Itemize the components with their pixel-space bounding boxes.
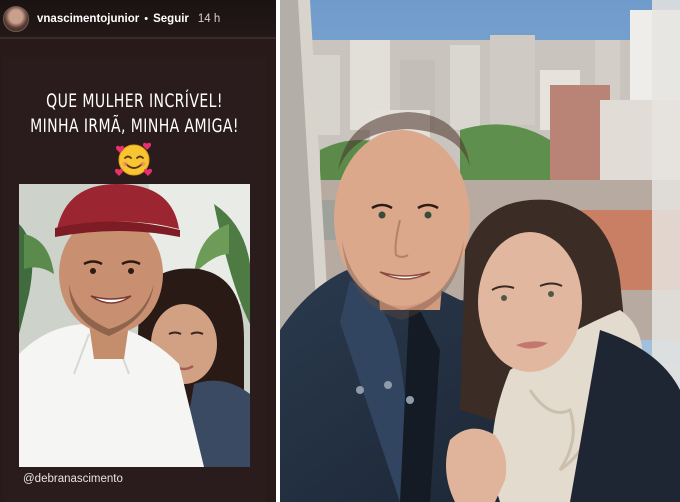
story-header: vnascimentojunior • Seguir 14 h [0, 0, 276, 37]
mention-tag[interactable]: @debranascimento [23, 473, 123, 485]
post-time: 14 h [197, 12, 221, 25]
header-divider [0, 37, 276, 39]
follow-button[interactable]: Seguir [153, 13, 189, 25]
story-photo [19, 184, 250, 467]
selfie-photo [280, 0, 680, 502]
instagram-story: vnascimentojunior • Seguir 14 h QUE MULH… [0, 0, 276, 502]
caption-line-1: QUE MULHER INCRÍVEL! [46, 90, 223, 112]
separator-dot: • [144, 12, 149, 25]
caption-line-2: MINHA IRMÃ, MINHA AMIGA! [30, 115, 239, 137]
smiling-face-with-hearts-icon [114, 142, 153, 176]
avatar[interactable] [3, 5, 29, 32]
story-content: QUE MULHER INCRÍVEL! MINHA IRMÃ, MINHA A… [3, 57, 266, 502]
username[interactable]: vnascimentojunior [37, 13, 139, 25]
